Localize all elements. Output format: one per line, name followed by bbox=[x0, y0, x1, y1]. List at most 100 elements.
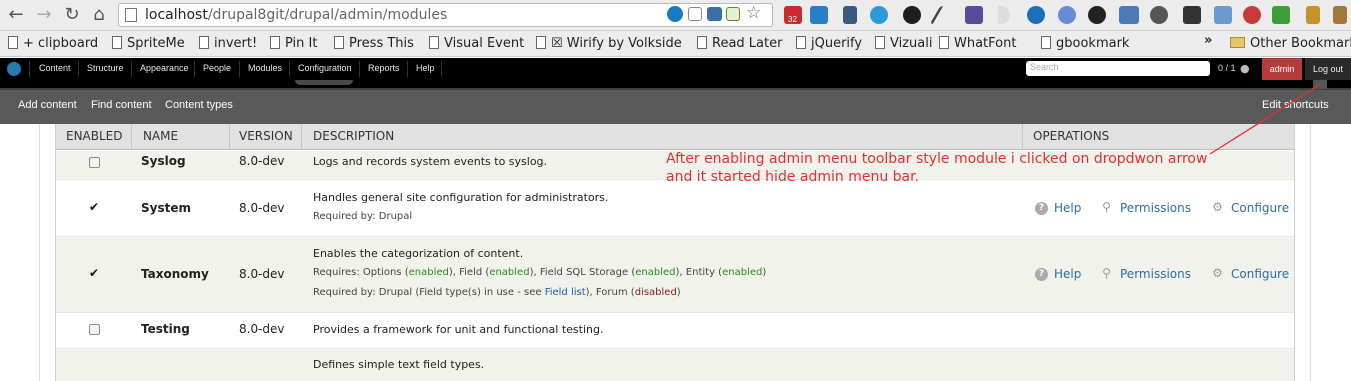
wrench-icon[interactable] bbox=[1306, 6, 1320, 24]
toolbar-menu-reports[interactable]: Reports bbox=[368, 63, 400, 73]
url-host: localhost bbox=[145, 7, 208, 23]
enable-checkbox[interactable] bbox=[89, 157, 100, 168]
logout-link[interactable]: Log out bbox=[1305, 58, 1351, 80]
speed-extension-icon[interactable] bbox=[1243, 6, 1261, 24]
divider bbox=[229, 124, 230, 150]
annotation-line: and it started hide admin menu bar. bbox=[666, 169, 920, 185]
permissions-link[interactable]: Permissions bbox=[1120, 267, 1191, 281]
col-enabled: ENABLED bbox=[66, 129, 123, 143]
bookmark-item[interactable]: WhatFont bbox=[939, 36, 1016, 51]
css-extension-icon[interactable] bbox=[1119, 6, 1139, 24]
toolbar-menu-content[interactable]: Content bbox=[39, 63, 71, 73]
toolbar-menu-people[interactable]: People bbox=[203, 63, 231, 73]
help-link[interactable]: Help bbox=[1054, 267, 1081, 281]
permissions-link[interactable]: Permissions bbox=[1120, 201, 1191, 215]
toolbar-menu-help[interactable]: Help bbox=[416, 63, 435, 73]
drupal-home-icon[interactable] bbox=[7, 62, 21, 76]
module-name: System bbox=[141, 201, 191, 215]
back-arrow-icon[interactable]: ← bbox=[4, 4, 28, 26]
toolbar-search-input[interactable]: Search bbox=[1026, 61, 1210, 76]
field-list-link[interactable]: Field list bbox=[545, 287, 586, 298]
bookmark-item[interactable]: Visual Event bbox=[429, 36, 524, 51]
bookmark-item[interactable]: gbookmark bbox=[1041, 36, 1129, 51]
drupal-extension-icon[interactable] bbox=[667, 6, 683, 22]
dictionary-extension-icon[interactable] bbox=[810, 6, 828, 24]
other-bookmarks-folder[interactable]: Other Bookmarks bbox=[1230, 36, 1351, 51]
module-description: Handles general site configuration for a… bbox=[313, 191, 609, 204]
table-header: ENABLED NAME VERSION DESCRIPTION OPERATI… bbox=[56, 124, 1294, 150]
play-extension-icon[interactable] bbox=[998, 6, 1010, 24]
configure-link[interactable]: Configure bbox=[1231, 267, 1289, 281]
url-path: /drupal8git/drupal/admin/modules bbox=[207, 7, 448, 23]
reload-icon[interactable]: ↻ bbox=[60, 4, 84, 26]
bookmarks-bar: + clipboard SpriteMe invert! Pin It Pres… bbox=[0, 31, 1351, 57]
col-version: VERSION bbox=[239, 129, 293, 143]
shortcut-find-content[interactable]: Find content bbox=[91, 99, 152, 111]
menu-icon[interactable] bbox=[1333, 6, 1347, 24]
drupal-drop-icon[interactable] bbox=[1027, 6, 1045, 24]
notebook-extension-icon[interactable] bbox=[843, 6, 857, 24]
divider bbox=[39, 124, 40, 381]
shortcut-add-content[interactable]: Add content bbox=[18, 99, 77, 111]
bw-extension-icon[interactable] bbox=[1272, 6, 1290, 24]
weather-extension-icon[interactable] bbox=[870, 6, 888, 24]
configure-link[interactable]: Configure bbox=[1231, 201, 1289, 215]
bookmark-item[interactable]: Vizuali bbox=[875, 36, 932, 51]
user-icon: ● bbox=[1240, 62, 1250, 75]
php-extension-icon[interactable] bbox=[1150, 6, 1168, 24]
page-icon bbox=[536, 36, 546, 49]
user-account-link[interactable]: admin bbox=[1262, 58, 1302, 80]
notification-badge: 32 bbox=[786, 15, 799, 24]
page-action-icon[interactable] bbox=[688, 7, 702, 21]
bookmark-item[interactable]: jQuerify bbox=[796, 36, 862, 51]
shortcuts-bar: Add content Find content Content types E… bbox=[0, 90, 1351, 124]
divider bbox=[407, 61, 408, 77]
divider bbox=[1310, 124, 1311, 381]
forward-arrow-icon[interactable]: → bbox=[32, 4, 56, 26]
toolbar-menu-modules[interactable]: Modules bbox=[248, 63, 282, 73]
rss-reader-icon[interactable] bbox=[726, 7, 740, 21]
link-extension-icon[interactable] bbox=[1214, 6, 1232, 24]
bookmark-star-icon[interactable]: ☆ bbox=[746, 4, 764, 22]
color-picker-icon[interactable] bbox=[965, 6, 983, 24]
html-validator-icon[interactable] bbox=[707, 7, 722, 21]
page-icon bbox=[875, 36, 885, 49]
folder-icon bbox=[1230, 37, 1245, 48]
page-icon bbox=[199, 36, 209, 49]
bookmarks-overflow-button[interactable]: » bbox=[1204, 33, 1212, 48]
table-row: ✔ System 8.0-dev Handles general site co… bbox=[56, 180, 1294, 237]
toolbar-menu-configuration[interactable]: Configuration bbox=[298, 63, 352, 73]
toolbar-menu-appearance[interactable]: Appearance bbox=[140, 63, 189, 73]
enable-checkbox[interactable] bbox=[89, 324, 100, 335]
help-link[interactable]: Help bbox=[1054, 201, 1081, 215]
bookmark-item[interactable]: SpriteMe bbox=[112, 36, 185, 51]
home-icon[interactable]: ⌂ bbox=[87, 4, 111, 26]
shortcut-counter: 0 / 1 bbox=[1218, 63, 1236, 73]
bookmark-item[interactable]: Read Later bbox=[697, 36, 782, 51]
search-lens-icon[interactable] bbox=[1058, 6, 1076, 24]
module-version: 8.0-dev bbox=[239, 322, 285, 336]
bookmark-item[interactable]: invert! bbox=[199, 36, 257, 51]
bookmark-item[interactable]: ☒ Wirify by Volkside bbox=[536, 36, 682, 51]
module-name: Syslog bbox=[141, 154, 186, 168]
bookmark-item[interactable]: + clipboard bbox=[8, 36, 98, 51]
divider bbox=[1022, 124, 1023, 150]
address-bar[interactable]: localhost/drupal8git/drupal/admin/module… bbox=[118, 3, 773, 27]
annotation-line: After enabling admin menu toolbar style … bbox=[666, 151, 1208, 167]
col-operations: OPERATIONS bbox=[1033, 129, 1110, 143]
browser-toolbar: ← → ↻ ⌂ localhost/drupal8git/drupal/admi… bbox=[0, 0, 1351, 31]
required-by: Required by: Drupal bbox=[313, 211, 413, 222]
toolbar-menu-structure[interactable]: Structure bbox=[87, 63, 124, 73]
eyedropper-icon[interactable] bbox=[929, 6, 951, 24]
shortcut-content-types[interactable]: Content types bbox=[165, 99, 233, 111]
module-version: 8.0-dev bbox=[239, 154, 285, 168]
tools-extension-icon[interactable] bbox=[1183, 6, 1201, 24]
module-description: Defines simple text field types. bbox=[313, 358, 485, 371]
bookmark-item[interactable]: Press This bbox=[334, 36, 414, 51]
gear-icon[interactable] bbox=[1088, 6, 1106, 24]
page-icon bbox=[1041, 36, 1051, 49]
bookmark-item[interactable]: Pin It bbox=[270, 36, 317, 51]
settings-extension-icon[interactable] bbox=[903, 6, 921, 24]
divider bbox=[194, 61, 195, 77]
module-name: Testing bbox=[141, 322, 190, 336]
